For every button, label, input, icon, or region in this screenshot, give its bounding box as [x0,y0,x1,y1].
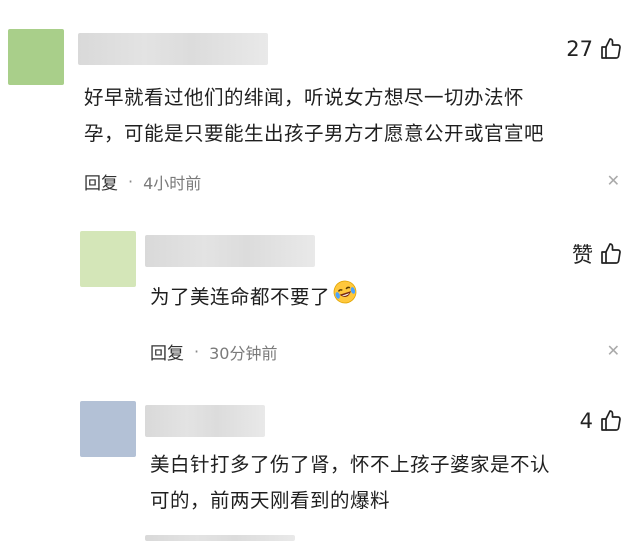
thumbs-up-icon [601,38,621,59]
avatar[interactable] [8,29,64,85]
comment-line: 好早就看过他们的绯闻，听说女方想尽一切办法怀 [84,86,525,109]
comment-meta: 回复 · 4小时前 [84,169,201,194]
comment-line: 美白针打多了伤了肾，怀不上孩子婆家是不认 [150,453,551,476]
avatar[interactable] [80,401,136,457]
like-label: 赞 [572,243,593,267]
close-icon[interactable]: ✕ [607,171,620,190]
like-button[interactable]: 27 [566,37,623,61]
reply-button[interactable]: 回复 [150,339,184,364]
meta-separator: · [128,172,134,191]
username-blurred[interactable] [78,33,268,65]
like-count: 4 [579,409,593,433]
thumbs-up-icon [601,243,621,264]
comment-meta: 回复 · 30分钟前 [150,339,277,364]
close-icon[interactable]: ✕ [607,341,620,360]
next-username-blurred [145,535,295,541]
comment-line: 孕，可能是只要能生出孩子男方才愿意公开或官宣吧 [84,122,545,145]
like-count: 27 [566,37,593,61]
timestamp: 4小时前 [143,173,202,193]
reply-button[interactable]: 回复 [84,169,118,194]
comment-line: 可的，前两天刚看到的爆料 [150,489,391,512]
comment-text: 美白针打多了伤了肾，怀不上孩子婆家是不认 可的，前两天刚看到的爆料 [150,447,620,519]
like-button[interactable]: 赞 [572,239,623,269]
avatar[interactable] [80,231,136,287]
username-blurred[interactable] [145,235,315,267]
like-button[interactable]: 4 [580,409,623,433]
comment-line: 为了美连命都不要了 [150,285,331,309]
comment-text: 好早就看过他们的绯闻，听说女方想尽一切办法怀 孕，可能是只要能生出孩子男方才愿意… [84,80,624,152]
username-blurred[interactable] [145,405,265,437]
crying-laughing-emoji-icon [332,279,358,317]
comment-text: 为了美连命都不要了 [150,279,610,317]
timestamp: 30分钟前 [209,343,278,363]
thumbs-up-icon [601,410,621,431]
meta-separator: · [194,342,200,361]
